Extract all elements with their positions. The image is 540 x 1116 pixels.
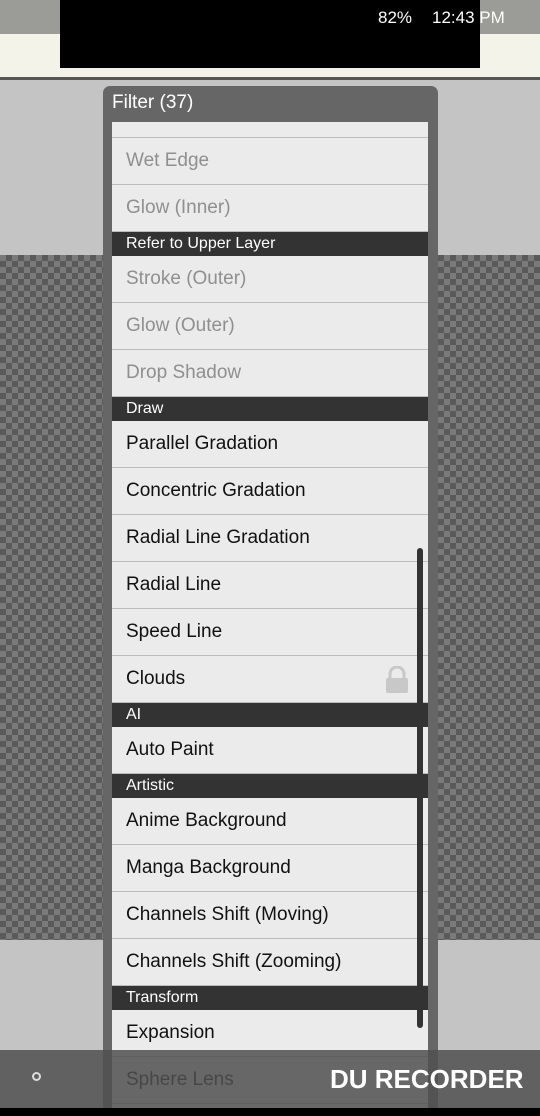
item-label: Drop Shadow <box>126 362 242 383</box>
item-label: Concentric Gradation <box>126 480 306 501</box>
filter-item[interactable]: Radial Line <box>112 562 428 609</box>
item-label: Expansion <box>126 1022 215 1043</box>
item-label: Wet Edge <box>126 150 210 171</box>
item-label: Clouds <box>126 668 186 689</box>
item-label: Transform <box>126 989 199 1006</box>
item-label: Glow (Outer) <box>126 315 235 336</box>
item-label: Artistic <box>126 777 174 794</box>
filter-item[interactable]: Radial Line Gradation <box>112 515 428 562</box>
lock-icon <box>384 665 410 694</box>
filter-item[interactable] <box>112 122 428 138</box>
item-label: Speed Line <box>126 621 223 642</box>
filter-item[interactable]: Stroke (Outer) <box>112 256 428 303</box>
bottom-edge <box>0 1108 540 1116</box>
item-label: Radial Line <box>126 574 222 595</box>
section-header: Draw <box>112 397 428 421</box>
filter-item[interactable]: Speed Line <box>112 609 428 656</box>
filter-item[interactable]: Parallel Gradation <box>112 421 428 468</box>
home-button[interactable] <box>32 1072 41 1081</box>
filter-item[interactable]: Manga Background <box>112 845 428 892</box>
filter-list[interactable]: Wet Edge Glow (Inner) Refer to Upper Layer… <box>112 122 428 1112</box>
item-label: Manga Background <box>126 857 291 878</box>
item-label: Anime Background <box>126 810 287 831</box>
item-label: Stroke (Outer) <box>126 268 247 289</box>
filter-item[interactable]: Channels Shift (Moving) <box>112 892 428 939</box>
filter-item[interactable]: Auto Paint <box>112 727 428 774</box>
item-label: Auto Paint <box>126 739 214 760</box>
section-header: AI <box>112 703 428 727</box>
section-header: Artistic <box>112 774 428 798</box>
item-label: Channels Shift (Zooming) <box>126 951 342 972</box>
filter-item[interactable]: Channels Shift (Zooming) <box>112 939 428 986</box>
item-label: Channels Shift (Moving) <box>126 904 329 925</box>
item-label: Parallel Gradation <box>126 433 279 454</box>
filter-item[interactable]: Anime Background <box>112 798 428 845</box>
watermark: DU RECORDER <box>330 1064 524 1094</box>
section-header: Refer to Upper Layer <box>112 232 428 256</box>
filter-item[interactable]: Concentric Gradation <box>112 468 428 515</box>
battery-level: 82% <box>378 8 413 27</box>
filter-item[interactable]: Clouds <box>112 656 428 703</box>
item-label: Glow (Inner) <box>126 197 231 218</box>
status-bar-text: 82% 12:43 PM <box>0 0 540 34</box>
filter-item[interactable]: Wet Edge <box>112 138 428 185</box>
scrollbar[interactable] <box>417 548 423 1028</box>
clock: 12:43 PM <box>432 8 505 27</box>
section-header: Transform <box>112 986 428 1010</box>
dialog-title: Filter (37) <box>112 92 194 113</box>
item-label: Radial Line Gradation <box>126 527 310 548</box>
filter-item[interactable]: Drop Shadow <box>112 350 428 397</box>
item-label: Refer to Upper Layer <box>126 235 276 252</box>
item-label: Draw <box>126 400 164 417</box>
item-label: AI <box>126 706 142 723</box>
filter-item[interactable]: Glow (Inner) <box>112 185 428 232</box>
filter-dialog: Filter (37) Wet Edge Glow (Inner) Refer to… <box>103 86 438 1112</box>
filter-item[interactable]: Glow (Outer) <box>112 303 428 350</box>
